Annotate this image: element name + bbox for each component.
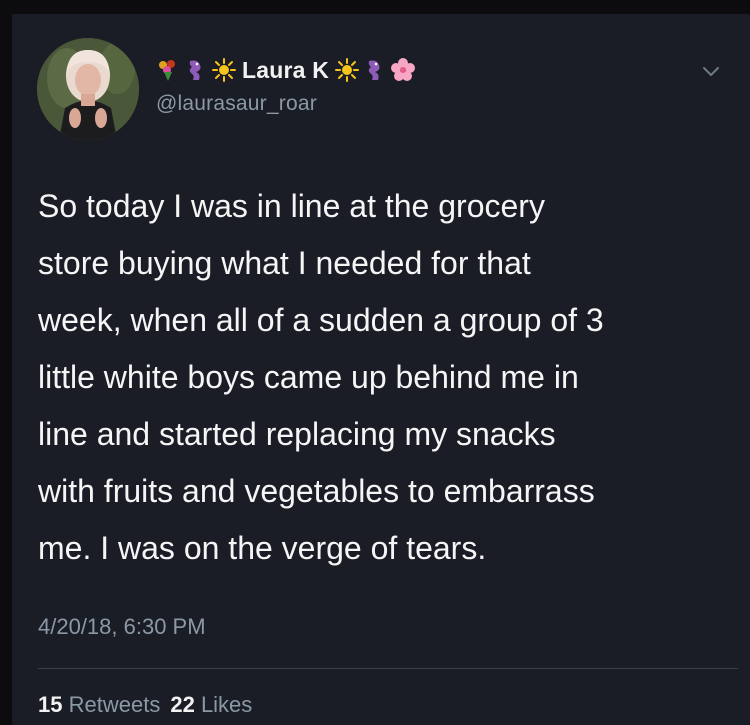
bouquet-emoji-icon: [156, 58, 180, 82]
tweet-text-line: line and started replacing my snacks: [38, 416, 556, 452]
sun-emoji-icon: [335, 58, 360, 82]
likes-label: Likes: [200, 692, 253, 717]
chevron-down-icon[interactable]: [700, 62, 722, 80]
retweets-label: Retweets: [68, 692, 161, 717]
tweet-text-line: little white boys came up behind me in: [38, 359, 579, 395]
screenshot-frame: Laura K @laurasaur_roar So today I was i…: [0, 0, 750, 725]
tweet-text-line: week, when all of a sudden a group of 3: [38, 302, 604, 338]
dragon-emoji-icon: [184, 58, 208, 82]
tweet-text-line: So today I was in line at the grocery: [38, 188, 545, 224]
tweet-timestamp[interactable]: 4/20/18, 6:30 PM: [38, 614, 206, 640]
divider: [38, 668, 738, 669]
tweet-text-line: me. I was on the verge of tears.: [38, 530, 487, 566]
tweet-header: Laura K @laurasaur_roar: [156, 52, 419, 122]
sun-emoji-icon: [212, 58, 236, 82]
tweet-text-line: store buying what I needed for that: [38, 245, 531, 281]
tweet-text: So today I was in line at the grocery st…: [38, 178, 728, 577]
avatar[interactable]: [37, 38, 139, 140]
cherry-blossom-emoji-icon: [391, 58, 416, 82]
tweet-text-line: with fruits and vegetables to embarrass: [38, 473, 595, 509]
dragon-emoji-icon: [363, 58, 387, 82]
author-name-row[interactable]: Laura K: [156, 52, 419, 88]
author-handle[interactable]: @laurasaur_roar: [156, 92, 419, 116]
display-name[interactable]: Laura K: [242, 57, 329, 84]
tweet-stats: 15 Retweets 22 Likes: [38, 692, 252, 718]
likes-count: 22: [170, 692, 195, 717]
likes-stat[interactable]: 22 Likes: [170, 692, 252, 717]
retweets-stat[interactable]: 15 Retweets: [38, 692, 160, 717]
retweets-count: 15: [38, 692, 63, 717]
